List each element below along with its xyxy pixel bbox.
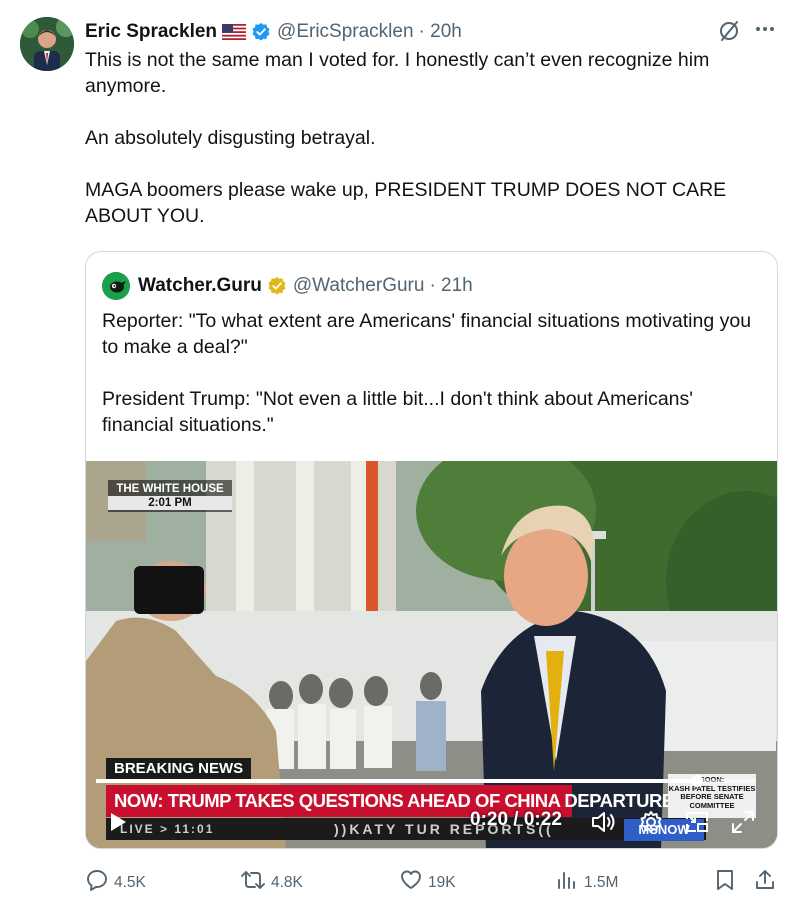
video-player[interactable]: THE WHITE HOUSE 2:01 PM BREAKING NEWS NO… — [86, 461, 777, 848]
share-icon — [753, 868, 782, 897]
quoted-timestamp[interactable]: · 21h — [429, 275, 472, 297]
author-handle[interactable]: @EricSpracklen — [277, 21, 414, 43]
settings-gear-icon[interactable] — [638, 809, 664, 840]
like-button[interactable]: 19K — [399, 868, 456, 897]
video-scrubber-handle[interactable] — [690, 775, 703, 787]
repost-icon — [240, 868, 271, 897]
bookmark-icon — [713, 868, 742, 897]
repost-button[interactable]: 4.8K — [240, 868, 303, 897]
gold-verified-badge-icon — [267, 276, 287, 296]
more-options-icon[interactable] — [754, 18, 776, 46]
tweet-line: An absolutely disgusting betrayal. — [85, 127, 376, 149]
quoted-line: Reporter: "To what extent are Americans'… — [102, 310, 752, 358]
quoted-tweet-header: Watcher.Guru @WatcherGuru · 21h — [102, 272, 473, 300]
play-icon[interactable] — [108, 811, 128, 838]
tweet-text: This is not the same man I voted for. I … — [85, 47, 765, 229]
tweet-line: MAGA boomers please wake up, PRESIDENT T… — [85, 179, 727, 227]
clock-label: 2:01 PM — [108, 496, 232, 510]
heart-icon — [399, 868, 428, 897]
picture-in-picture-icon[interactable] — [684, 809, 710, 840]
quoted-tweet[interactable]: Watcher.Guru @WatcherGuru · 21h Reporter… — [85, 251, 778, 849]
grok-icon[interactable] — [718, 20, 740, 47]
quoted-line: President Trump: "Not even a little bit.… — [102, 388, 693, 436]
repost-count: 4.8K — [271, 873, 303, 891]
share-button[interactable] — [753, 868, 782, 897]
quoted-tweet-text: Reporter: "To what extent are Americans'… — [102, 308, 767, 438]
location-label: THE WHITE HOUSE — [116, 483, 224, 495]
bookmark-button[interactable] — [713, 868, 742, 897]
us-flag-icon — [222, 24, 247, 40]
tweet-header: Eric Spracklen @EricSpracklen · 20h — [85, 18, 462, 46]
tweet-action-bar: 4.5K 4.8K 19K 1.5M — [85, 868, 780, 894]
reply-button[interactable]: 4.5K — [85, 868, 146, 897]
location-chyron: THE WHITE HOUSE 2:01 PM — [108, 480, 232, 512]
video-progress-fill — [96, 779, 697, 783]
soon-text: KASH PATEL TESTIFIES BEFORE SENATE COMMI… — [668, 783, 756, 810]
reply-icon — [85, 868, 114, 897]
author-avatar[interactable] — [20, 17, 74, 71]
volume-icon[interactable] — [590, 809, 618, 840]
views-count: 1.5M — [584, 873, 619, 891]
verified-badge-icon — [251, 22, 271, 42]
breaking-news-label: BREAKING NEWS — [106, 758, 252, 780]
reply-count: 4.5K — [114, 873, 146, 891]
video-progress-bar[interactable] — [96, 775, 756, 787]
views-button[interactable]: 1.5M — [555, 868, 618, 897]
quoted-author-name[interactable]: Watcher.Guru — [138, 275, 262, 297]
fullscreen-icon[interactable] — [730, 809, 756, 840]
like-count: 19K — [428, 873, 456, 891]
views-icon — [555, 868, 584, 897]
quoted-author-avatar[interactable] — [102, 272, 130, 300]
tweet-timestamp[interactable]: · 20h — [419, 21, 462, 43]
live-label: LIVE > 11:01 — [120, 822, 215, 836]
tweet-line: This is not the same man I voted for. I … — [85, 49, 710, 97]
author-name[interactable]: Eric Spracklen — [85, 21, 217, 43]
quoted-author-handle[interactable]: @WatcherGuru — [293, 275, 425, 297]
video-time-readout: 0:20 / 0:22 — [470, 809, 562, 830]
